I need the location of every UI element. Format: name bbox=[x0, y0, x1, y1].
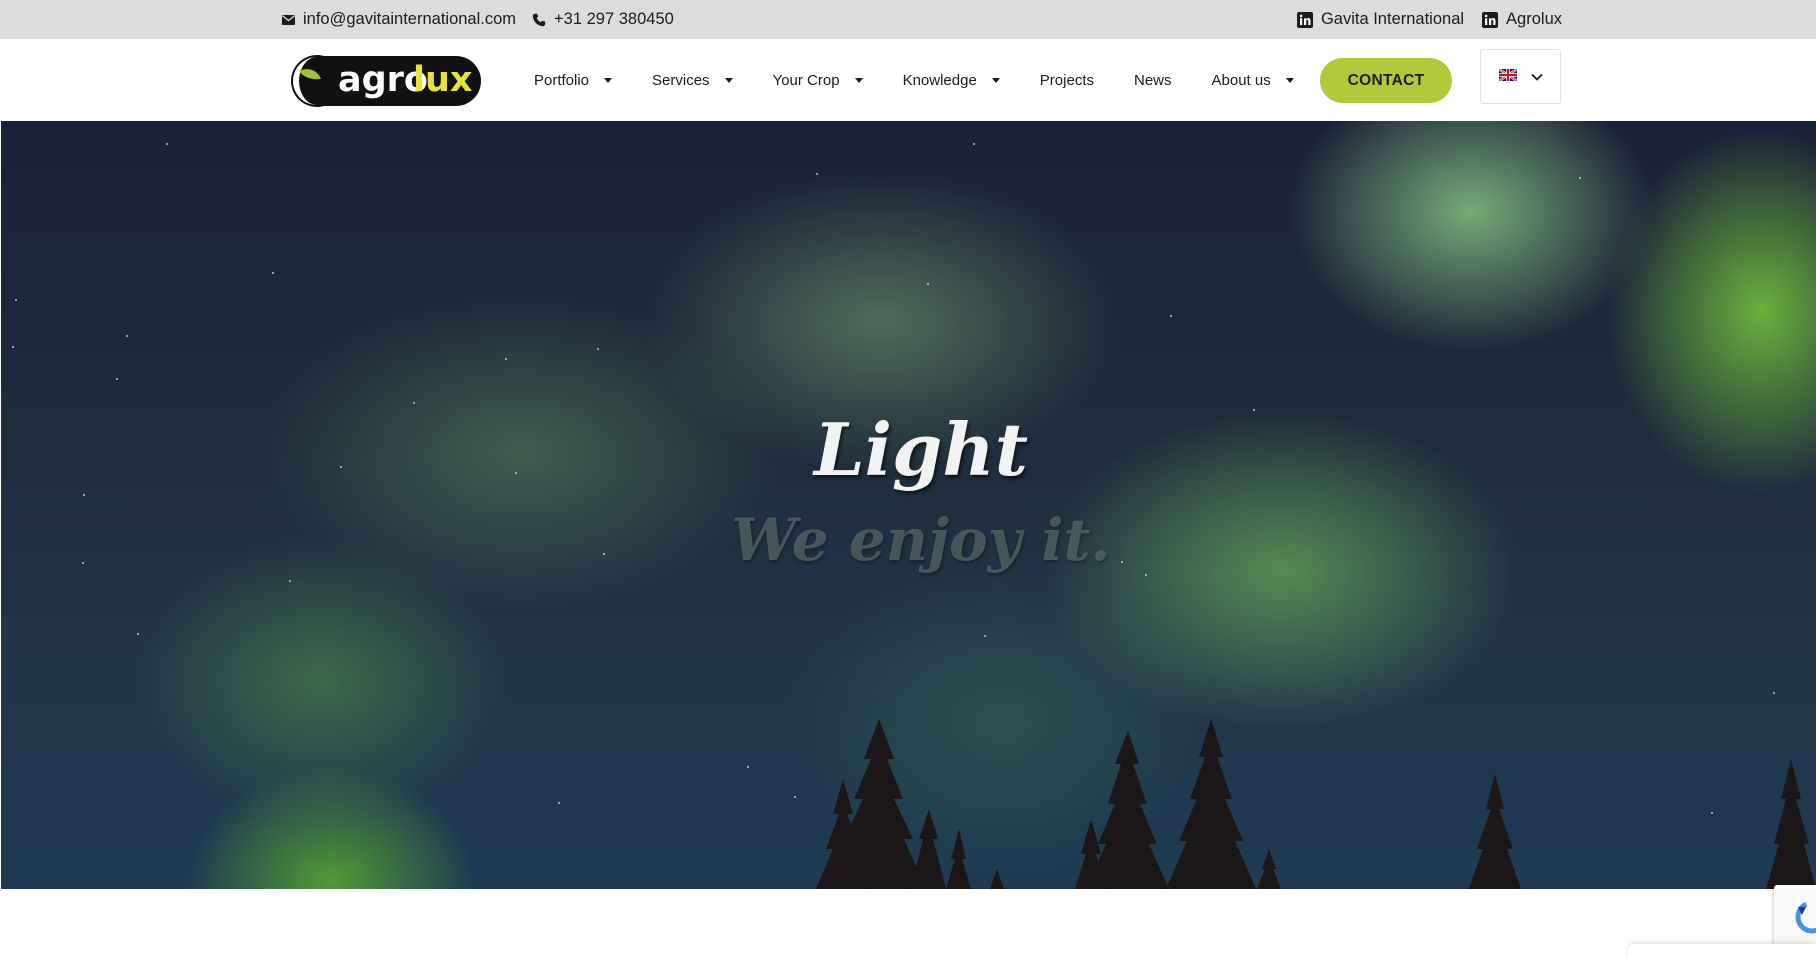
logo-text-lux: lux bbox=[413, 60, 473, 100]
hero-banner: Light We enjoy it. bbox=[1, 121, 1816, 889]
floating-panel-edge bbox=[1628, 944, 1816, 959]
nav-label: Portfolio bbox=[534, 71, 590, 89]
caret-down-icon bbox=[991, 77, 1000, 83]
nav-label: Your Crop bbox=[772, 71, 840, 89]
nav-item-services[interactable]: Services bbox=[652, 72, 733, 89]
chevron-down-icon bbox=[1530, 68, 1543, 86]
nav-item-projects[interactable]: Projects bbox=[1040, 72, 1094, 89]
linkedin-gavita-link[interactable]: Gavita International bbox=[1296, 10, 1465, 29]
phone-link[interactable]: +31 297 380450 bbox=[532, 10, 674, 29]
email-text: info@gavitainternational.com bbox=[303, 10, 517, 28]
hero-title: Light bbox=[814, 407, 1028, 492]
nav-label: Services bbox=[652, 71, 710, 89]
nav-item-your-crop[interactable]: Your Crop bbox=[773, 72, 863, 89]
nav-label: Knowledge bbox=[902, 71, 977, 89]
nav-item-portfolio[interactable]: Portfolio bbox=[534, 71, 613, 89]
phone-text: +31 297 380450 bbox=[554, 10, 674, 28]
caret-down-icon bbox=[1285, 77, 1294, 83]
top-bar: info@gavitainternational.com +31 297 380… bbox=[0, 0, 1816, 39]
nav-label: News bbox=[1133, 71, 1172, 89]
recaptcha-icon bbox=[1795, 900, 1816, 934]
nav-label: Projects bbox=[1039, 71, 1094, 89]
main-header: agro lux Portfolio Services Your Crop Kn… bbox=[0, 39, 1816, 121]
nav-item-knowledge[interactable]: Knowledge bbox=[903, 72, 1000, 89]
agrolux-logo[interactable]: agro lux bbox=[291, 53, 482, 108]
caret-down-icon bbox=[854, 77, 863, 83]
main-nav: Portfolio Services Your Crop Knowledge P… bbox=[534, 39, 1334, 121]
contact-button[interactable]: CONTACT bbox=[1320, 58, 1452, 103]
caret-down-icon bbox=[724, 77, 733, 83]
social-label: Gavita International bbox=[1320, 10, 1465, 28]
social-links: Gavita International Agrolux bbox=[1296, 0, 1562, 39]
hero-subtitle: We enjoy it. bbox=[731, 506, 1111, 574]
nav-item-news[interactable]: News bbox=[1134, 72, 1172, 89]
nav-label: About us bbox=[1211, 71, 1271, 89]
recaptcha-badge[interactable] bbox=[1774, 885, 1816, 949]
linkedin-agrolux-link[interactable]: Agrolux bbox=[1482, 10, 1562, 29]
nav-item-about-us[interactable]: About us bbox=[1212, 72, 1294, 89]
envelope-icon bbox=[282, 14, 295, 25]
caret-down-icon bbox=[604, 77, 613, 83]
language-selector[interactable] bbox=[1480, 49, 1561, 104]
uk-flag-icon bbox=[1497, 67, 1518, 86]
contact-info: info@gavitainternational.com +31 297 380… bbox=[282, 0, 674, 39]
linkedin-icon bbox=[1482, 11, 1499, 28]
phone-icon bbox=[532, 13, 546, 27]
social-label: Agrolux bbox=[1506, 10, 1562, 28]
linkedin-icon bbox=[1296, 11, 1313, 28]
hero-content: Light We enjoy it. bbox=[1, 121, 1816, 889]
email-link[interactable]: info@gavitainternational.com bbox=[282, 10, 516, 29]
